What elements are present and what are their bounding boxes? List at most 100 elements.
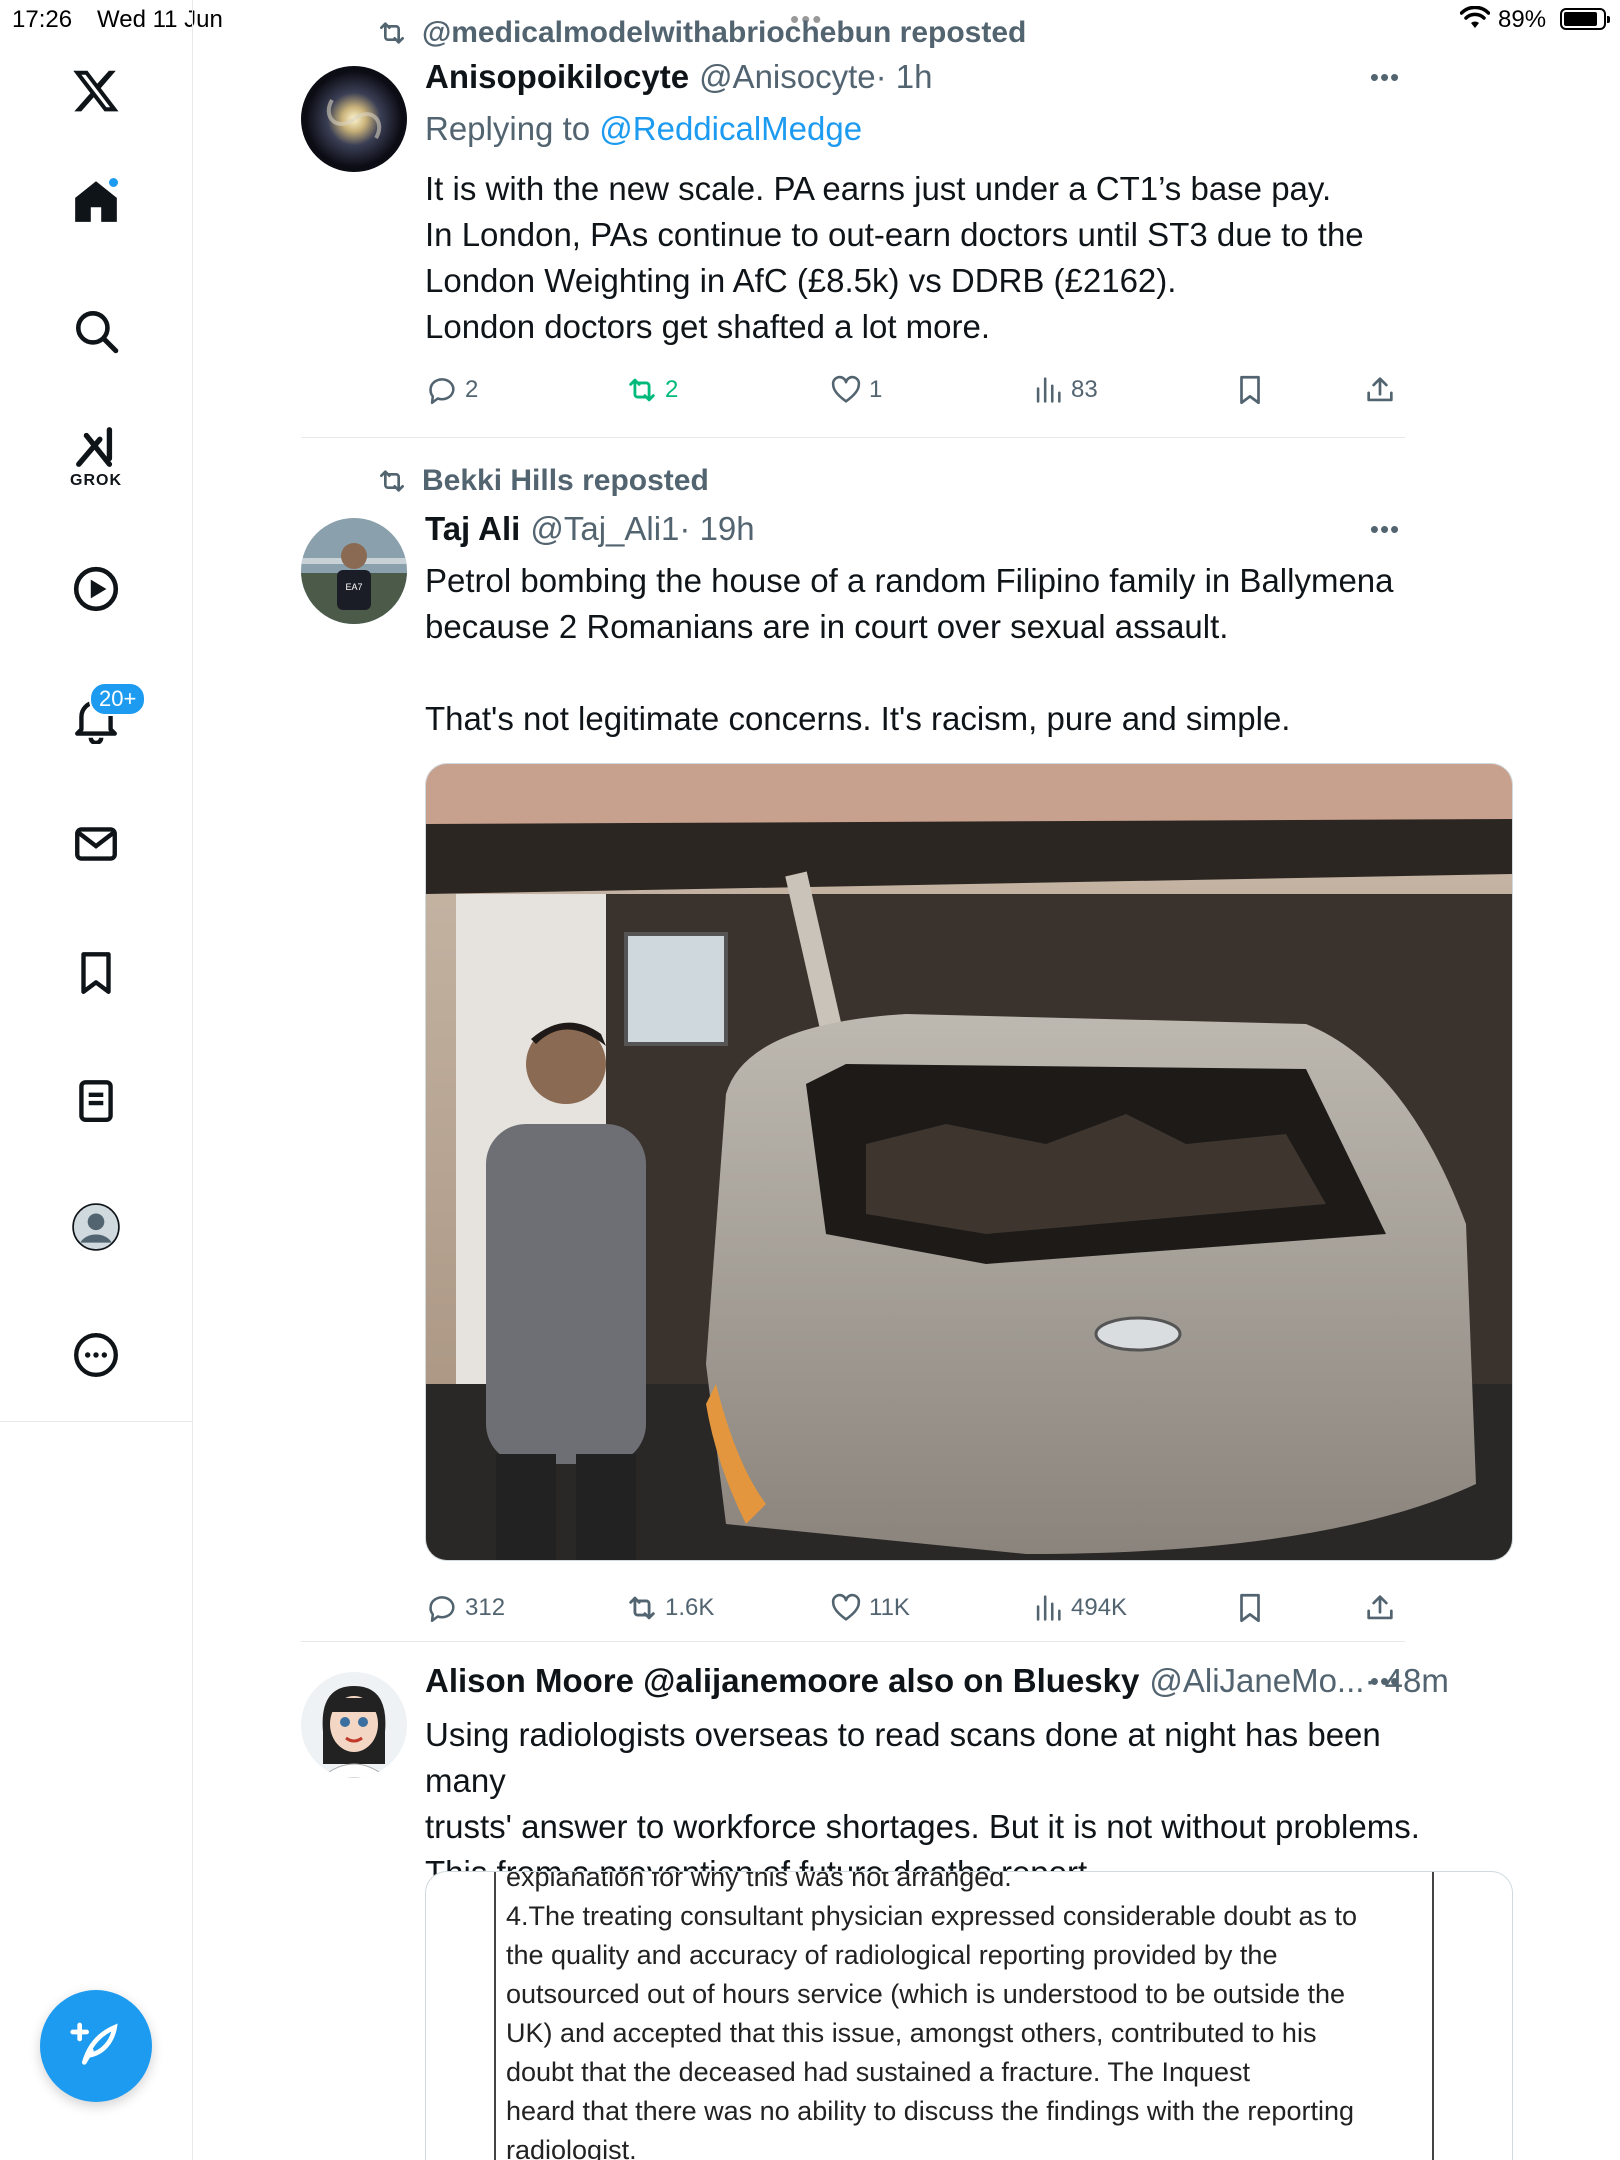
views-button[interactable]: 494K [1031,1586,1127,1630]
views-icon [1036,377,1061,403]
replying-handle-link[interactable]: @ReddicalMedge [599,110,862,147]
video-icon[interactable] [55,548,137,630]
tweet-line [425,650,1425,696]
like-button[interactable]: 11K [829,1586,910,1630]
reply-icon [429,378,455,405]
bookmarks-icon[interactable] [55,932,137,1014]
views-button[interactable]: 83 [1031,368,1098,412]
view-count: 494K [1071,1594,1128,1621]
tweet[interactable]: @medicalmodelwithabriochebun reposted An… [301,0,1405,440]
home-unread-dot [107,176,120,189]
heart-icon [831,1593,861,1621]
bookmark-button[interactable] [1233,368,1273,412]
tweet-line: London doctors get shafted a lot more. [425,308,991,345]
bookmark-button[interactable] [1233,1586,1273,1630]
share-icon [1367,377,1393,402]
reply-count: 312 [465,1594,506,1621]
author-name[interactable]: Alison Moore @alijanemoore also on Blues… [425,1662,1139,1700]
tweet-line: Using radiologists overseas to read scan… [425,1716,1381,1799]
timeline: @medicalmodelwithabriochebun reposted An… [193,0,1620,2160]
reply-button[interactable]: 2 [425,368,478,412]
doc-line: radiologist. [506,2135,637,2160]
tweet-text: It is with the new scale. PA earns just … [425,166,1425,350]
tweet-photo-document[interactable]: explanation for why this was not arrange… [425,1871,1513,2160]
doc-line: doubt that the deceased had sustained a … [506,2057,1251,2087]
reply-button[interactable]: 312 [425,1586,505,1630]
author-handle[interactable]: @AliJaneMo... [1149,1662,1364,1700]
tweet-header: Anisopoikilocyte @Anisocyte · 1h [425,58,933,102]
author-name[interactable]: Anisopoikilocyte [425,58,689,96]
bookmark-icon [1240,375,1260,405]
grok-icon[interactable]: GROK [55,412,137,502]
search-icon[interactable] [55,290,137,372]
author-handle[interactable]: @Anisocyte [699,58,876,96]
replying-to: Replying to @ReddicalMedge [425,110,862,148]
tweet-line: Petrol bombing the house of a random Fil… [425,562,1394,599]
avatar[interactable] [301,66,407,172]
document-text: explanation for why this was not arrange… [494,1872,1434,2160]
author-handle[interactable]: @Taj_Ali1 [530,510,679,548]
notifications-icon[interactable]: 20+ [55,678,147,760]
avatar[interactable]: EA7 [301,518,407,624]
share-button[interactable] [1363,1586,1403,1630]
reply-icon [429,1596,455,1623]
doc-line: explanation for why this was not arrange… [506,1871,1012,1892]
x-logo-icon[interactable] [55,50,137,132]
share-button[interactable] [1363,368,1403,412]
tweet[interactable]: Alison Moore @alijanemoore also on Blues… [301,1642,1513,2160]
tweet-actions: 312 1.6K 11K 494K [425,1586,1405,1630]
repost-button[interactable]: 2 [625,368,678,412]
tweet-line: That's not legitimate concerns. It's rac… [425,700,1291,737]
more-options-icon[interactable]: ••• [1365,514,1405,554]
repost-indicator: @medicalmodelwithabriochebun reposted [376,15,1026,51]
repost-icon [380,470,404,492]
lists-icon[interactable] [55,1060,137,1142]
tweet-header: Alison Moore @alijanemoore also on Blues… [425,1662,1449,1706]
compose-post-button[interactable] [40,1990,152,2102]
views-icon [1036,1595,1061,1621]
tweet-line: It is with the new scale. PA earns just … [425,170,1332,207]
tweet-actions: 2 2 1 83 [425,368,1405,412]
tweet-text: Using radiologists overseas to read scan… [425,1712,1425,1896]
repost-indicator: Bekki Hills reposted [376,463,709,499]
doc-line: the quality and accuracy of radiological… [506,1940,1278,1970]
messages-icon[interactable] [55,803,137,885]
repost-count: 1.6K [665,1594,715,1621]
repost-label: Bekki Hills reposted [422,464,709,497]
tweet-line: London Weighting in AfC (£8.5k) vs DDRB … [425,262,1177,299]
share-icon [1367,1595,1393,1620]
home-icon[interactable] [55,160,137,242]
burnt-car-photo [426,764,1512,1560]
repost-button[interactable]: 1.6K [625,1586,714,1630]
tweet-line: because 2 Romanians are in court over se… [425,608,1229,645]
more-options-icon[interactable]: ••• [1365,1666,1405,1706]
tweet-time[interactable]: · 19h [679,510,754,548]
doc-line: UK) and accepted that this issue, amongs… [506,2018,1317,2048]
avatar[interactable] [301,1672,407,1778]
grok-label: GROK [70,472,122,489]
more-options-icon[interactable]: ••• [1365,62,1405,102]
like-button[interactable]: 1 [829,368,882,412]
svg-text:EA7: EA7 [345,582,362,592]
profile-avatar-icon[interactable] [55,1186,137,1268]
doc-line: outsourced out of hours service (which i… [506,1979,1345,2009]
feather-plus-icon [70,2022,118,2065]
tweet-line: In London, PAs continue to out-earn doct… [425,216,1364,253]
view-count: 83 [1071,376,1098,403]
tweet-text: Petrol bombing the house of a random Fil… [425,558,1425,742]
repost-count: 2 [665,376,679,403]
tweet-time[interactable]: · 1h [876,58,933,96]
sidebar: GROK 20+ [0,0,193,2160]
more-icon[interactable] [55,1314,137,1396]
repost-icon [629,378,655,402]
author-name[interactable]: Taj Ali [425,510,520,548]
doc-line: 4.The treating consultant physician expr… [506,1901,1358,1931]
bookmark-icon [1240,1593,1260,1623]
notifications-badge: 20+ [89,682,147,716]
like-count: 1 [869,376,883,403]
tweet-line: trusts' answer to workforce shortages. B… [425,1808,1420,1845]
sidebar-separator [0,1421,193,1422]
tweet[interactable]: Bekki Hills reposted EA7 Taj Ali @Taj_Al… [301,438,1513,1638]
tweet-photo[interactable] [425,763,1513,1561]
replying-prefix: Replying to [425,110,600,147]
